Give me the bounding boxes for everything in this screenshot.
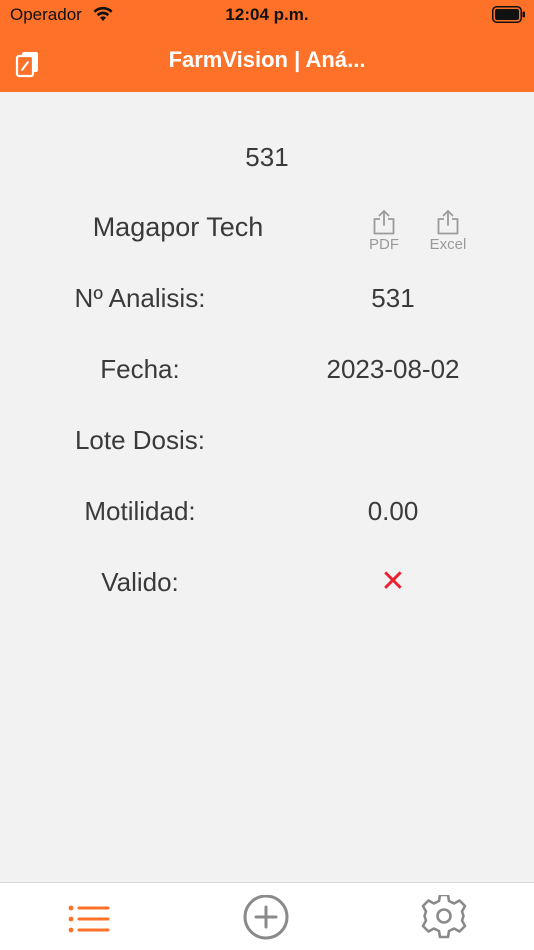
batch-dose-label: Lote Dosis: [74, 425, 206, 455]
tab-list[interactable] [64, 895, 114, 945]
navigation-bar: FarmVision | Aná... [0, 30, 534, 92]
export-excel-button[interactable]: Excel [418, 209, 478, 259]
date-label: Fecha: [100, 354, 180, 384]
export-pdf-button[interactable]: PDF [354, 209, 414, 259]
tab-add[interactable] [241, 895, 291, 945]
motility-value: 0.00 [367, 496, 419, 526]
add-circle-icon [243, 895, 289, 940]
tab-bar [0, 882, 534, 950]
valid-label: Valido: [101, 567, 179, 597]
list-icon [68, 905, 110, 933]
share-icon [437, 210, 459, 235]
gear-icon [421, 895, 467, 939]
status-bar: Operador 12:04 p.m. [0, 0, 534, 30]
row-motility: Motilidad: 0.00 [0, 496, 534, 536]
motility-label: Motilidad: [84, 496, 196, 526]
share-icon [373, 210, 395, 235]
export-pdf-label: PDF [369, 236, 399, 253]
analysis-number-value: 531 [371, 283, 415, 313]
battery-icon [492, 6, 526, 28]
page-title: FarmVision | Aná... [168, 47, 366, 72]
analysis-detail: 531 Magapor Tech PDF Excel Nº Analisis: … [0, 92, 534, 882]
date-value: 2023-08-02 [326, 354, 460, 384]
status-time: 12:04 p.m. [225, 5, 309, 24]
export-excel-label: Excel [429, 236, 467, 253]
tab-settings[interactable] [418, 895, 468, 945]
invalid-x-icon: ✕ [380, 565, 406, 598]
row-analysis-number: Nº Analisis: 531 [0, 283, 534, 323]
row-valid: Valido: ✕ [0, 567, 534, 607]
screen: Operador 12:04 p.m. FarmVision | Aná... … [0, 0, 534, 950]
company-name: Magapor Tech [92, 212, 264, 242]
row-batch-dose: Lote Dosis: [0, 425, 534, 465]
analysis-number-label: Nº Analisis: [74, 283, 206, 313]
header: Operador 12:04 p.m. FarmVision | Aná... [0, 0, 534, 92]
analysis-id-title: 531 [245, 142, 289, 172]
row-date: Fecha: 2023-08-02 [0, 354, 534, 394]
